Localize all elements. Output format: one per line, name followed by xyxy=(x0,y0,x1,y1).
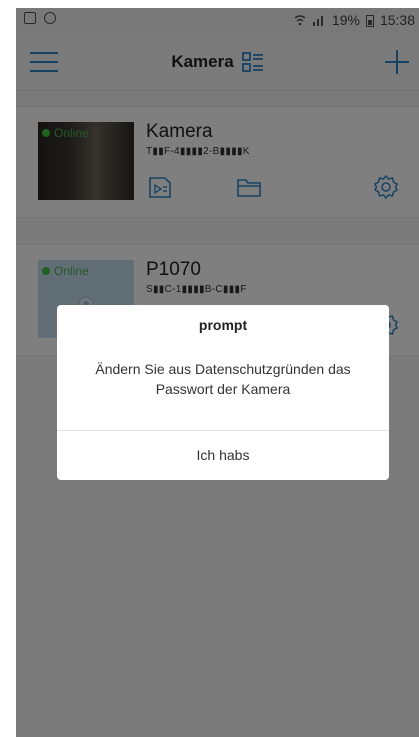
screen: 19% 15:38 Kamera xyxy=(16,8,419,737)
confirm-button[interactable]: Ich habs xyxy=(57,431,389,480)
prompt-dialog: prompt Ändern Sie aus Datenschutzgründen… xyxy=(57,305,389,480)
dialog-message: Ändern Sie aus Datenschutzgründen das Pa… xyxy=(95,361,351,397)
dialog-title: prompt xyxy=(198,317,248,333)
